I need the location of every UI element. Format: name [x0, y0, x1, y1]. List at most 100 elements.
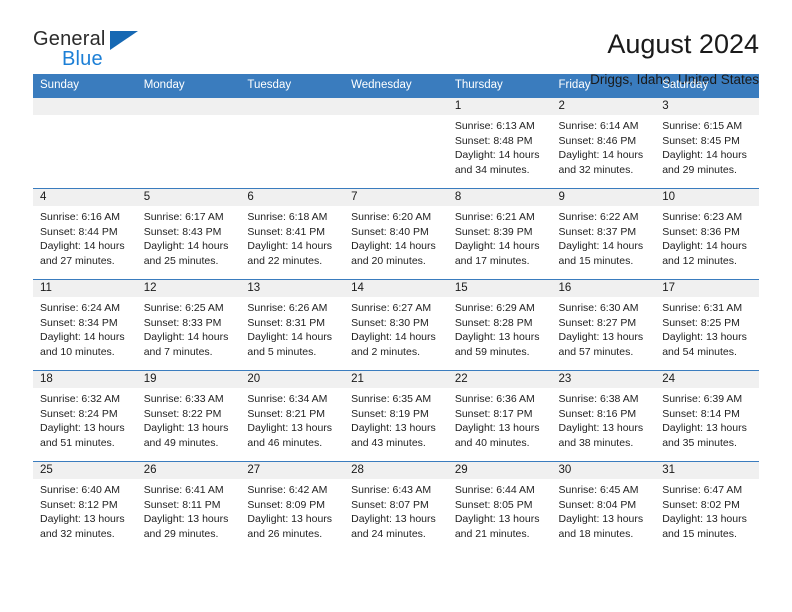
daylight-text-line2: and 27 minutes. — [40, 254, 115, 267]
daylight-text-line1: Daylight: 13 hours — [351, 422, 436, 435]
day-cell[interactable]: 3 Sunrise: 6:15 AM Sunset: 8:45 PM Daylight… — [655, 97, 759, 188]
day-number: 31 — [655, 462, 759, 479]
day-details: Sunrise: 6:31 AM Sunset: 8:25 PM Daylight:… — [655, 297, 759, 359]
day-cell[interactable]: 4 Sunrise: 6:16 AM Sunset: 8:44 PM Daylight… — [33, 188, 137, 279]
day-cell[interactable]: 13 Sunrise: 6:26 AM Sunset: 8:31 PM Dayligh… — [240, 279, 345, 370]
day-cell[interactable]: 24 Sunrise: 6:39 AM Sunset: 8:14 PM Dayligh… — [655, 370, 759, 461]
sunset-text: Sunset: 8:21 PM — [247, 407, 326, 420]
sunset-text: Sunset: 8:43 PM — [143, 225, 222, 238]
day-details: Sunrise: 6:16 AM Sunset: 8:44 PM Daylight:… — [33, 206, 137, 268]
sunset-text: Sunset: 8:33 PM — [143, 316, 222, 329]
day-cell[interactable]: 28 Sunrise: 6:43 AM Sunset: 8:07 PM Dayligh… — [344, 461, 448, 552]
day-cell[interactable]: 23 Sunrise: 6:38 AM Sunset: 8:16 PM Dayligh… — [551, 370, 656, 461]
calendar-week-row: 4 Sunrise: 6:16 AM Sunset: 8:44 PM Daylight… — [33, 188, 759, 279]
day-number: 16 — [551, 280, 656, 297]
day-cell[interactable]: 9 Sunrise: 6:22 AM Sunset: 8:37 PM Daylight… — [551, 188, 656, 279]
day-cell[interactable]: 11 Sunrise: 6:24 AM Sunset: 8:34 PM Dayligh… — [33, 279, 137, 370]
day-cell-empty — [136, 97, 241, 188]
sunrise-text: Sunrise: 6:35 AM — [351, 393, 432, 405]
page-header: General Blue August 2024 Driggs, Idaho, … — [33, 0, 759, 87]
daylight-text-line1: Daylight: 14 hours — [351, 240, 436, 253]
day-cell[interactable]: 21 Sunrise: 6:35 AM Sunset: 8:19 PM Dayligh… — [344, 370, 448, 461]
day-cell[interactable]: 6 Sunrise: 6:18 AM Sunset: 8:41 PM Daylight… — [240, 188, 345, 279]
day-cell[interactable]: 20 Sunrise: 6:34 AM Sunset: 8:21 PM Dayligh… — [240, 370, 345, 461]
day-cell[interactable]: 12 Sunrise: 6:25 AM Sunset: 8:33 PM Dayligh… — [136, 279, 241, 370]
day-number — [240, 98, 345, 115]
sunrise-text: Sunrise: 6:20 AM — [351, 211, 432, 223]
sunset-text: Sunset: 8:28 PM — [454, 316, 533, 329]
day-number: 1 — [447, 98, 552, 115]
daylight-text-line2: and 34 minutes. — [454, 163, 530, 176]
daylight-text-line2: and 17 minutes. — [454, 254, 530, 267]
calendar-week-row: 25 Sunrise: 6:40 AM Sunset: 8:12 PM Dayligh… — [33, 461, 759, 552]
day-details: Sunrise: 6:24 AM Sunset: 8:34 PM Daylight:… — [33, 297, 137, 359]
sunrise-text: Sunrise: 6:39 AM — [662, 393, 743, 405]
sunrise-text: Sunrise: 6:44 AM — [454, 484, 535, 496]
daylight-text-line2: and 57 minutes. — [558, 345, 634, 358]
calendar-cell: 7 Sunrise: 6:20 AM Sunset: 8:40 PM Daylight… — [344, 188, 448, 279]
day-details: Sunrise: 6:44 AM Sunset: 8:05 PM Daylight:… — [448, 479, 552, 541]
day-details: Sunrise: 6:13 AM Sunset: 8:48 PM Daylight:… — [448, 115, 552, 177]
sunrise-text: Sunrise: 6:33 AM — [143, 393, 224, 405]
day-cell[interactable]: 26 Sunrise: 6:41 AM Sunset: 8:11 PM Dayligh… — [136, 461, 241, 552]
sunrise-text: Sunrise: 6:22 AM — [558, 211, 639, 223]
day-cell[interactable]: 17 Sunrise: 6:31 AM Sunset: 8:25 PM Dayligh… — [655, 279, 759, 370]
weekday-header-sunday: Sunday — [33, 74, 137, 97]
day-cell[interactable]: 25 Sunrise: 6:40 AM Sunset: 8:12 PM Dayligh… — [33, 461, 137, 552]
day-cell[interactable]: 1 Sunrise: 6:13 AM Sunset: 8:48 PM Daylight… — [447, 97, 552, 188]
calendar-cell: 11 Sunrise: 6:24 AM Sunset: 8:34 PM Dayligh… — [33, 279, 137, 370]
sunset-text: Sunset: 8:30 PM — [351, 316, 429, 329]
day-cell[interactable]: 29 Sunrise: 6:44 AM Sunset: 8:05 PM Dayligh… — [447, 461, 552, 552]
calendar-page: General Blue August 2024 Driggs, Idaho, … — [0, 0, 792, 612]
daylight-text-line1: Daylight: 14 hours — [40, 240, 125, 253]
daylight-text-line1: Daylight: 14 hours — [454, 240, 540, 253]
day-details: Sunrise: 6:23 AM Sunset: 8:36 PM Daylight:… — [655, 206, 759, 268]
day-cell-empty — [344, 97, 448, 188]
day-cell[interactable]: 22 Sunrise: 6:36 AM Sunset: 8:17 PM Dayligh… — [447, 370, 552, 461]
daylight-text-line2: and 21 minutes. — [454, 527, 530, 540]
day-details: Sunrise: 6:27 AM Sunset: 8:30 PM Daylight:… — [344, 297, 448, 359]
day-cell[interactable]: 2 Sunrise: 6:14 AM Sunset: 8:46 PM Daylight… — [551, 97, 656, 188]
brand-logo[interactable]: General Blue — [33, 28, 163, 76]
day-cell[interactable]: 14 Sunrise: 6:27 AM Sunset: 8:30 PM Dayligh… — [344, 279, 448, 370]
sunrise-text: Sunrise: 6:41 AM — [143, 484, 224, 496]
day-details: Sunrise: 6:20 AM Sunset: 8:40 PM Daylight:… — [344, 206, 448, 268]
sunrise-text: Sunrise: 6:40 AM — [40, 484, 120, 496]
daylight-text-line2: and 51 minutes. — [40, 436, 115, 449]
day-cell[interactable]: 10 Sunrise: 6:23 AM Sunset: 8:36 PM Dayligh… — [655, 188, 759, 279]
day-details: Sunrise: 6:17 AM Sunset: 8:43 PM Daylight:… — [137, 206, 241, 268]
daylight-text-line1: Daylight: 14 hours — [351, 331, 436, 344]
day-cell[interactable]: 8 Sunrise: 6:21 AM Sunset: 8:39 PM Daylight… — [447, 188, 552, 279]
day-cell[interactable]: 16 Sunrise: 6:30 AM Sunset: 8:27 PM Dayligh… — [551, 279, 656, 370]
sunrise-text: Sunrise: 6:15 AM — [662, 120, 743, 132]
sunrise-text: Sunrise: 6:42 AM — [247, 484, 328, 496]
day-cell[interactable]: 7 Sunrise: 6:20 AM Sunset: 8:40 PM Daylight… — [344, 188, 448, 279]
day-details: Sunrise: 6:36 AM Sunset: 8:17 PM Daylight:… — [448, 388, 552, 450]
sunrise-text: Sunrise: 6:38 AM — [558, 393, 639, 405]
calendar-cell: 21 Sunrise: 6:35 AM Sunset: 8:19 PM Dayligh… — [344, 370, 448, 461]
sunrise-text: Sunrise: 6:23 AM — [662, 211, 743, 223]
day-cell[interactable]: 18 Sunrise: 6:32 AM Sunset: 8:24 PM Dayligh… — [33, 370, 137, 461]
day-details: Sunrise: 6:38 AM Sunset: 8:16 PM Daylight:… — [552, 388, 656, 450]
day-number — [136, 98, 241, 115]
day-cell[interactable]: 27 Sunrise: 6:42 AM Sunset: 8:09 PM Dayligh… — [240, 461, 345, 552]
sunset-text: Sunset: 8:44 PM — [40, 225, 118, 238]
sunset-text: Sunset: 8:11 PM — [143, 498, 221, 511]
day-number: 23 — [551, 371, 656, 388]
daylight-text-line2: and 29 minutes. — [662, 163, 737, 176]
calendar-table: Sunday Monday Tuesday Wednesday Thursday… — [33, 74, 759, 552]
day-cell[interactable]: 31 Sunrise: 6:47 AM Sunset: 8:02 PM Dayligh… — [655, 461, 759, 552]
day-number: 11 — [33, 280, 137, 297]
day-number: 28 — [344, 462, 448, 479]
daylight-text-line1: Daylight: 13 hours — [662, 422, 747, 435]
day-cell[interactable]: 19 Sunrise: 6:33 AM Sunset: 8:22 PM Dayligh… — [136, 370, 241, 461]
sunrise-text: Sunrise: 6:17 AM — [143, 211, 224, 223]
day-cell[interactable]: 30 Sunrise: 6:45 AM Sunset: 8:04 PM Dayligh… — [551, 461, 656, 552]
daylight-text-line1: Daylight: 13 hours — [247, 422, 333, 435]
sunset-text: Sunset: 8:02 PM — [662, 498, 740, 511]
daylight-text-line2: and 35 minutes. — [662, 436, 737, 449]
day-details: Sunrise: 6:22 AM Sunset: 8:37 PM Daylight:… — [552, 206, 656, 268]
day-cell[interactable]: 5 Sunrise: 6:17 AM Sunset: 8:43 PM Daylight… — [136, 188, 241, 279]
day-cell[interactable]: 15 Sunrise: 6:29 AM Sunset: 8:28 PM Dayligh… — [447, 279, 552, 370]
page-title: August 2024 — [607, 29, 759, 59]
